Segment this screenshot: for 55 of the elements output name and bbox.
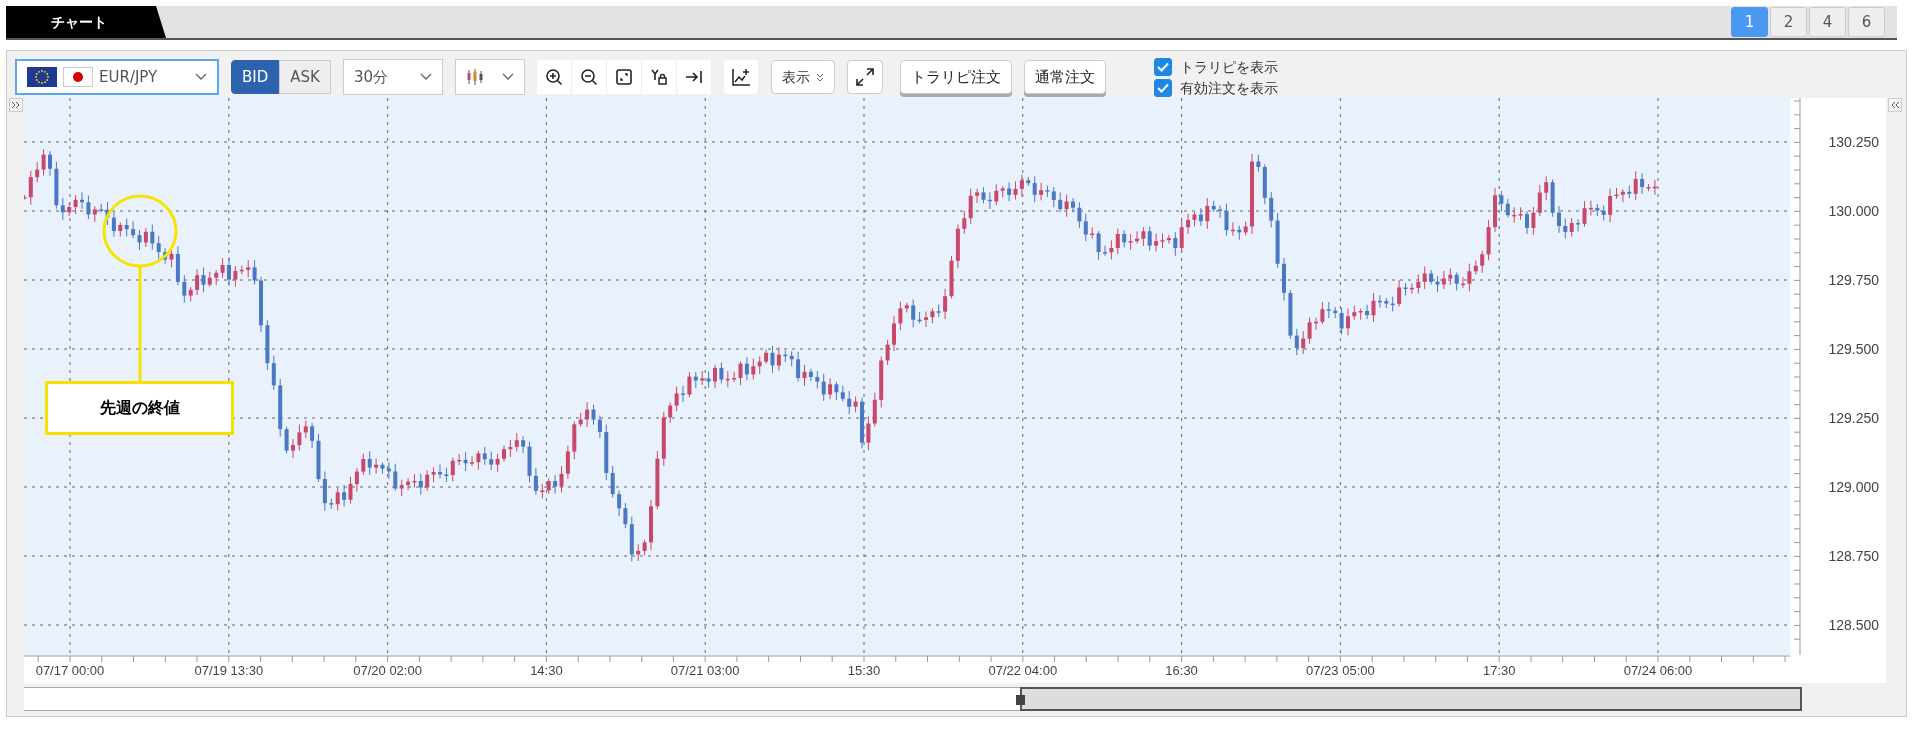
annotation-label: 先週の終値: [45, 381, 234, 435]
fit-screen-icon[interactable]: [614, 68, 633, 86]
order-button[interactable]: トラリピ注文: [899, 60, 1012, 94]
price-label: 129.500: [1828, 341, 1879, 357]
time-label: 07/19 13:30: [194, 663, 264, 678]
time-label: 07/20 02:00: [353, 663, 422, 678]
time-label: 07/21 03:00: [670, 663, 740, 678]
price-label: 128.500: [1828, 617, 1879, 633]
display-menu-button[interactable]: 表示: [770, 60, 835, 94]
chevron-down-icon: [501, 73, 514, 82]
time-label: 07/24 06:00: [1623, 663, 1693, 678]
price-label: 129.750: [1828, 272, 1879, 288]
candlestick-icon: [465, 68, 484, 86]
checkbox[interactable]: [1153, 57, 1172, 76]
scrollbar-handle[interactable]: [1016, 695, 1025, 705]
layout-button[interactable]: 2: [1770, 7, 1807, 37]
price-side-button[interactable]: ASK: [279, 60, 331, 94]
price-side-button[interactable]: BID: [231, 60, 280, 94]
time-scrollbar[interactable]: [24, 687, 1800, 711]
scroll-to-end-icon[interactable]: [684, 68, 703, 86]
time-label: 07/17 00:00: [35, 663, 105, 678]
double-chevron-icon: [815, 72, 824, 82]
price-label: 130.250: [1828, 134, 1879, 150]
checkbox-label: トラリピを表示: [1179, 57, 1278, 76]
layout-button[interactable]: 4: [1809, 7, 1846, 37]
eu-flag-icon: [27, 67, 57, 87]
interval-select[interactable]: 30分: [342, 59, 443, 95]
price-label: 129.250: [1828, 410, 1879, 426]
currency-pair-text: EUR/JPY: [99, 66, 158, 88]
expand-icon[interactable]: [854, 67, 875, 87]
add-indicator-icon[interactable]: [730, 68, 751, 86]
time-label: 14:30: [530, 663, 563, 678]
japan-flag-icon: [63, 67, 93, 87]
time-label: 16:30: [1165, 663, 1198, 678]
chart-type-select[interactable]: [454, 59, 525, 95]
checkbox[interactable]: [1153, 78, 1172, 97]
chevron-down-icon: [195, 73, 207, 82]
price-label: 128.750: [1828, 548, 1879, 564]
currency-pair-select[interactable]: EUR/JPY: [15, 59, 219, 95]
time-label: 15:30: [847, 663, 881, 678]
chart-tab[interactable]: チャート: [6, 6, 166, 38]
time-label: 17:30: [1482, 663, 1516, 678]
y-axis-lock-icon[interactable]: [649, 68, 668, 86]
chevron-down-icon: [419, 73, 432, 82]
order-button[interactable]: 通常注文: [1023, 60, 1106, 94]
zoom-out-icon[interactable]: [579, 68, 598, 86]
zoom-in-icon[interactable]: [544, 68, 563, 86]
time-label: 07/23 05:00: [1306, 663, 1375, 678]
time-label: 07/22 04:00: [988, 663, 1058, 678]
checkbox-label: 有効注文を表示: [1179, 78, 1278, 97]
price-label: 130.000: [1828, 203, 1879, 219]
expand-right-icon[interactable]: [1888, 98, 1902, 112]
expand-left-icon[interactable]: [8, 98, 23, 112]
price-label: 129.000: [1828, 479, 1879, 495]
layout-button[interactable]: 6: [1848, 7, 1885, 37]
